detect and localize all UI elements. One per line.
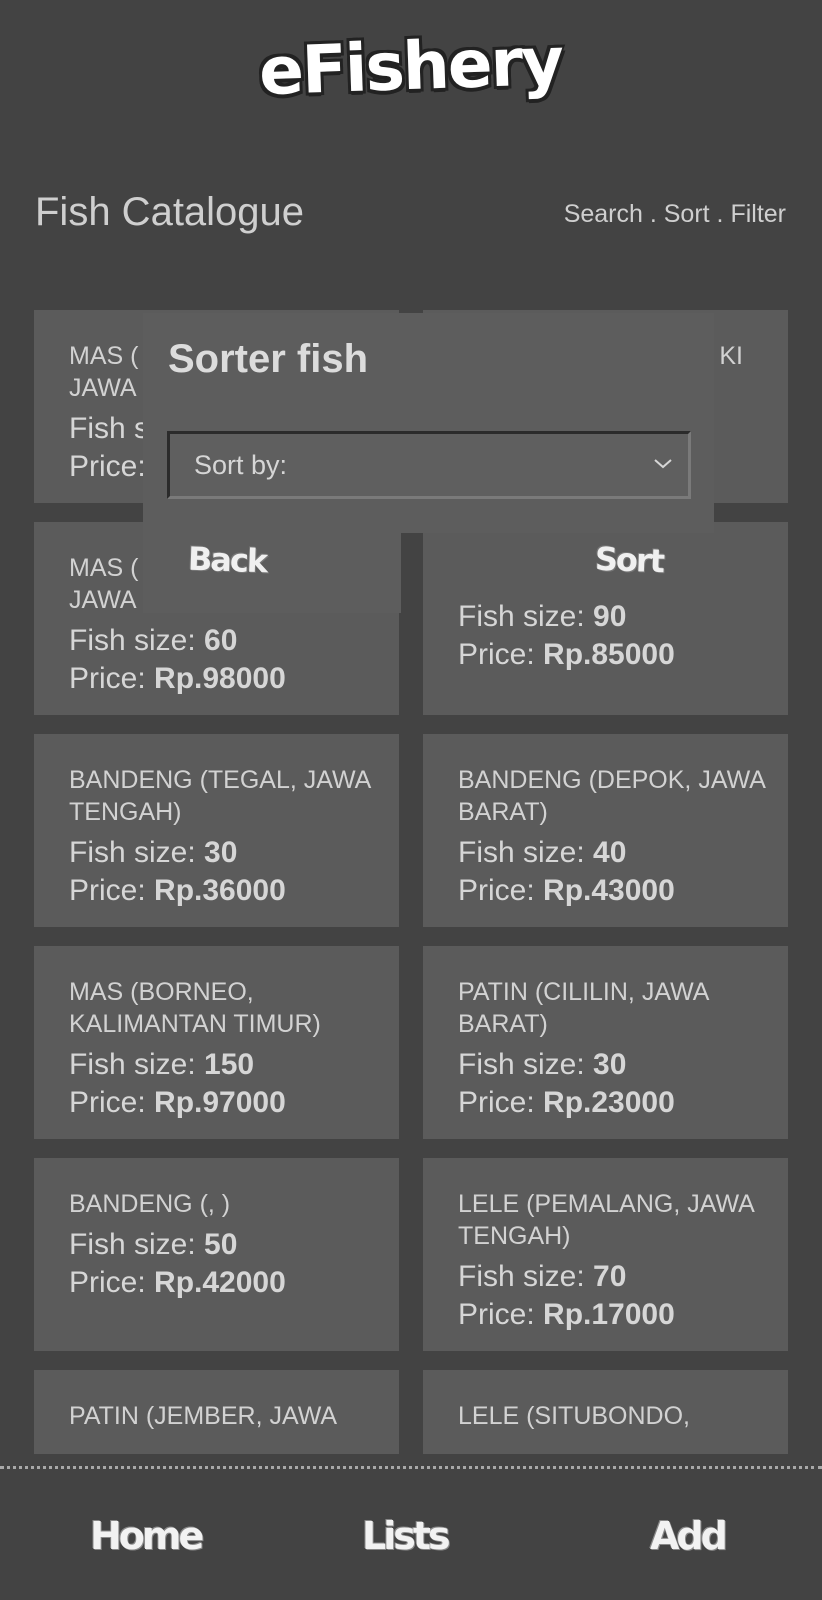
fish-card-price: Price: Rp.98000 — [69, 662, 286, 695]
app-logo: eFishery — [258, 22, 564, 111]
fish-card[interactable]: BANDENG (TEGAL, JAWA TENGAH) Fish size: … — [34, 734, 399, 927]
fish-card[interactable]: BANDENG (, ) Fish size: 50 Price: Rp.420… — [34, 1158, 399, 1351]
fish-card-price: Price: Rp.85000 — [458, 638, 675, 671]
chevron-down-icon — [654, 459, 672, 469]
fish-card-location: BANDENG (TEGAL, JAWA TENGAH) — [69, 766, 370, 826]
sort-dialog-title: Sorter fish — [168, 337, 369, 381]
sort-dialog: Sorter fish Sort by: Back Sort — [143, 313, 714, 613]
fish-card[interactable]: PATIN (JEMBER, JAWA — [34, 1370, 399, 1454]
fish-card-price: Price: Rp.97000 — [69, 1086, 286, 1119]
nav-add[interactable]: Add — [650, 1514, 728, 1558]
bottom-nav: Home Lists Add — [0, 1454, 822, 1600]
fish-card-price: Price: Rp.17000 — [458, 1298, 675, 1331]
nav-lists[interactable]: Lists — [362, 1514, 451, 1558]
page-title: Fish Catalogue — [35, 190, 305, 234]
search-sort-filter-link[interactable]: Search . Sort . Filter — [564, 200, 786, 229]
fish-card-price: Price: Rp.23000 — [458, 1086, 675, 1119]
fish-card-location: LELE (SITUBONDO, — [458, 1402, 690, 1430]
fish-card-price: Price: Rp.43000 — [458, 874, 675, 907]
fish-card[interactable]: LELE (SITUBONDO, — [423, 1370, 788, 1454]
fish-card[interactable]: MAS (BORNEO, KALIMANTAN TIMUR) Fish size… — [34, 946, 399, 1139]
fish-card-location: MAS (BORNEO, KALIMANTAN TIMUR) — [69, 978, 321, 1038]
fish-card-location: BANDENG (DEPOK, JAWA BARAT) — [458, 766, 765, 826]
fish-card-location: PATIN (JEMBER, JAWA — [69, 1402, 338, 1430]
fish-card[interactable]: BANDENG (DEPOK, JAWA BARAT) Fish size: 4… — [423, 734, 788, 927]
fish-card-size: Fish size: 150 — [69, 1048, 255, 1081]
sort-by-select-label: Sort by: — [194, 450, 288, 480]
fish-card[interactable]: LELE (PEMALANG, JAWA TENGAH) Fish size: … — [423, 1158, 788, 1351]
sort-button[interactable]: Sort — [594, 540, 663, 580]
fish-card-price: Price: Rp.42000 — [69, 1266, 286, 1299]
fish-card-size: Fish size: 40 — [458, 836, 627, 869]
sort-dialog-panel-extension — [143, 533, 401, 613]
fish-card-size: Fish size: 70 — [458, 1260, 627, 1293]
fish-card-location: PATIN (CILILIN, JAWA BARAT) — [458, 978, 709, 1038]
fish-card-price: Price: Rp.36000 — [69, 874, 286, 907]
fish-card[interactable]: PATIN (CILILIN, JAWA BARAT) Fish size: 3… — [423, 946, 788, 1139]
nav-home[interactable]: Home — [90, 1514, 204, 1558]
fish-card-size: Fish size: 50 — [69, 1228, 238, 1261]
fish-card-size: Fish size: 30 — [458, 1048, 627, 1081]
sort-by-select[interactable]: Sort by: — [167, 431, 691, 499]
fish-card-location: LELE (PEMALANG, JAWA TENGAH) — [458, 1190, 754, 1250]
back-button[interactable]: Back — [187, 540, 267, 581]
fish-card-size: Fish size: 60 — [69, 624, 238, 657]
fish-card-location: BANDENG (, ) — [69, 1190, 231, 1218]
fish-card-size: Fish size: 30 — [69, 836, 238, 869]
nav-divider — [0, 1466, 822, 1469]
